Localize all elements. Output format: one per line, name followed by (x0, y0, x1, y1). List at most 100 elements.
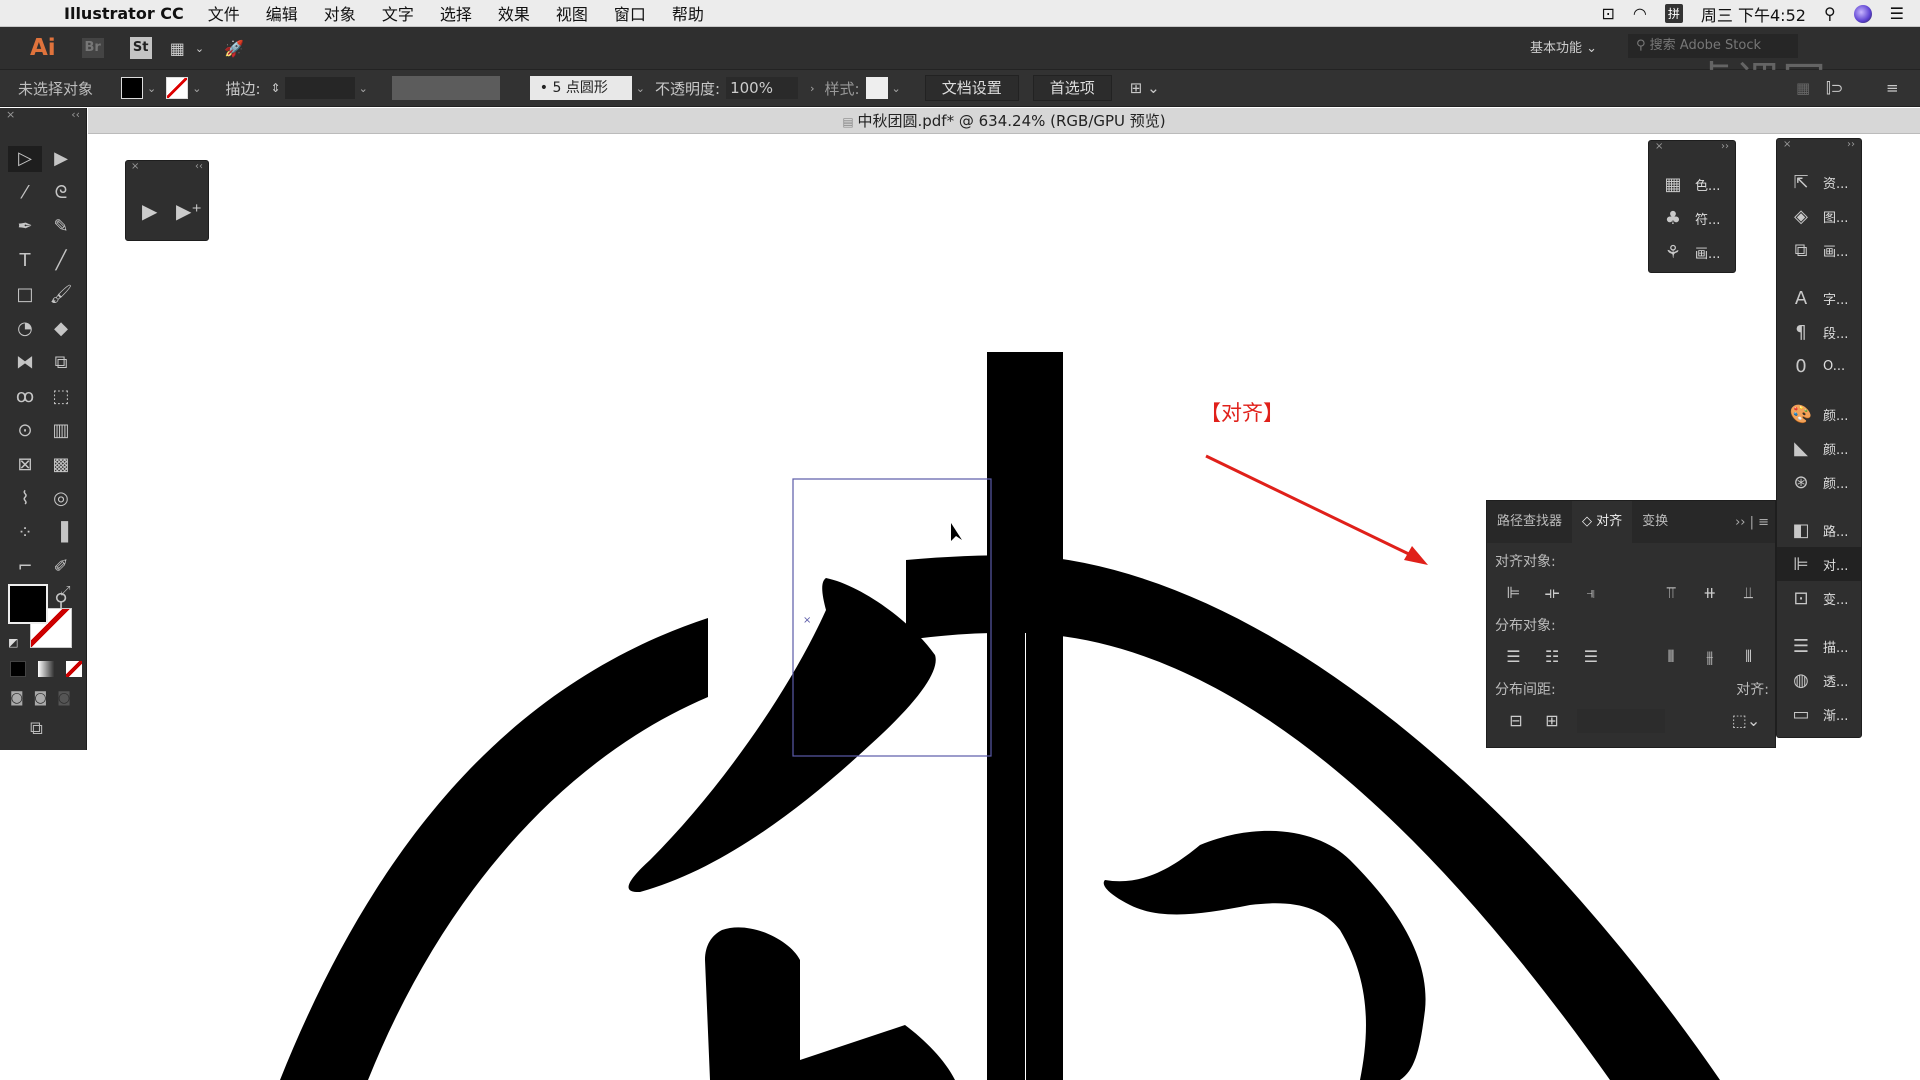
close-icon[interactable]: × (1783, 139, 1791, 153)
rectangle-tool-icon[interactable]: □ (8, 282, 42, 308)
panel-menu-icon[interactable]: ≡ (1886, 79, 1899, 97)
menu-file[interactable]: 文件 (208, 1, 240, 25)
tab-pathfinder[interactable]: 路径查找器 (1487, 501, 1572, 543)
workspace-switcher[interactable]: 基本功能 ⌄ (1530, 37, 1597, 56)
menu-effect[interactable]: 效果 (498, 1, 530, 25)
color-mode-icon[interactable] (10, 661, 26, 677)
align-bottom-icon[interactable]: ⫫ (1736, 580, 1761, 606)
expand-icon[interactable]: ›› | ≡ (1735, 515, 1769, 530)
shape-builder-tool-icon[interactable]: ⊙ (8, 418, 42, 444)
bridge-button[interactable]: Br (81, 38, 104, 58)
wifi-icon[interactable]: ◠ (1633, 4, 1647, 23)
reflect-tool-icon[interactable]: ⧓ (8, 350, 42, 376)
shaper-tool-icon[interactable]: ◔ (8, 316, 42, 342)
lasso-tool-icon[interactable]: ᘓ (44, 180, 78, 206)
direct-selection-tool-icon[interactable]: ▶ (44, 146, 78, 172)
curvature-tool-icon[interactable]: ✎ (44, 214, 78, 240)
align-vertical-center-icon[interactable]: ⧺ (1697, 580, 1722, 606)
none-mode-icon[interactable] (66, 661, 82, 677)
preferences-button[interactable]: 首选项 (1032, 75, 1112, 101)
gradient-mode-icon[interactable] (38, 661, 54, 677)
screen-record-icon[interactable]: ⊡ (1602, 4, 1615, 23)
snap-icon[interactable]: ⫿⊃ (1826, 79, 1843, 97)
symbol-sprayer-tool-icon[interactable]: ⁘ (8, 520, 42, 546)
menu-view[interactable]: 视图 (556, 1, 588, 25)
menu-type[interactable]: 文字 (382, 1, 414, 25)
eraser-tool-icon[interactable]: ◆ (44, 316, 78, 342)
variable-width-profile[interactable] (391, 76, 500, 100)
align-to-grid-icon[interactable]: ▦ (1796, 79, 1810, 97)
chevron-down-icon[interactable]: ⌄ (147, 82, 156, 95)
panel-color-guide[interactable]: ◣ 颜... (1777, 431, 1861, 465)
brush-definition-dropdown[interactable]: • 5 点圆形 (529, 76, 632, 100)
adobe-stock-search[interactable]: ⚲ 搜索 Adobe Stock (1628, 34, 1798, 58)
distribute-top-icon[interactable]: ☰ (1501, 644, 1526, 670)
draw-inside-icon[interactable]: ◙ (57, 690, 71, 706)
pen-tool-icon[interactable]: ✒ (8, 214, 42, 240)
menu-object[interactable]: 对象 (324, 1, 356, 25)
artboard-tool-icon[interactable]: ⌐ (8, 554, 42, 580)
arrange-documents-icon[interactable]: ▦ (170, 39, 185, 58)
draw-behind-icon[interactable]: ◙ (34, 690, 48, 706)
chevron-down-icon[interactable]: ⌄ (636, 82, 645, 95)
expand-icon[interactable]: ›› (1721, 141, 1729, 155)
arrange-icon[interactable]: ⊞ ⌄ (1130, 79, 1160, 97)
gradient-tool-icon[interactable]: ▩ (44, 452, 78, 478)
menu-edit[interactable]: 编辑 (266, 1, 298, 25)
distribute-right-icon[interactable]: ⫴ (1736, 644, 1761, 670)
input-method-icon[interactable]: 拼 (1664, 4, 1683, 23)
width-tool-icon[interactable]: ꝏ (8, 384, 42, 410)
horizontal-distribute-space-icon[interactable]: ⊞ (1537, 708, 1567, 734)
collapse-icon[interactable]: ‹‹ (195, 161, 203, 173)
eyedropper-tool-icon[interactable]: ⌇ (8, 486, 42, 512)
magic-wand-tool-icon[interactable]: ⁄ (8, 180, 42, 206)
stroke-color-swatch[interactable] (166, 77, 189, 99)
chevron-down-icon[interactable]: ⌄ (892, 82, 901, 95)
expand-icon[interactable]: ›› (1847, 139, 1855, 153)
spotlight-icon[interactable]: ⚲ (1824, 4, 1836, 23)
close-icon[interactable]: × (1655, 141, 1663, 155)
chevron-down-icon[interactable]: ⌄ (359, 82, 368, 95)
swap-fill-stroke-icon[interactable]: ⤢ (60, 584, 70, 599)
panel-asset-export[interactable]: ⇱ 资... (1777, 165, 1861, 199)
align-top-icon[interactable]: ⫪ (1659, 580, 1684, 606)
panel-transparency[interactable]: ◍ 透... (1777, 663, 1861, 697)
perspective-grid-tool-icon[interactable]: ▥ (44, 418, 78, 444)
type-tool-icon[interactable]: T (8, 248, 42, 274)
selection-tool-icon[interactable]: ▷ (8, 146, 42, 172)
align-to-selection-dropdown[interactable]: ⬚⌄ (1731, 708, 1761, 734)
opacity-input[interactable]: 100% (726, 77, 799, 99)
align-left-icon[interactable]: ⊫ (1501, 580, 1526, 606)
panel-gradient[interactable]: ▭ 渐... (1777, 697, 1861, 731)
chevron-down-icon[interactable]: ⌄ (192, 82, 201, 95)
close-icon[interactable]: × (131, 161, 139, 173)
chevron-right-icon[interactable]: › (810, 82, 814, 95)
draw-normal-icon[interactable]: ◙ (10, 690, 24, 706)
panel-paragraph[interactable]: ¶ 段... (1777, 315, 1861, 349)
close-icon[interactable]: × (6, 108, 15, 122)
siri-icon[interactable] (1853, 4, 1872, 23)
stock-button[interactable]: St (129, 37, 152, 59)
panel-color-themes[interactable]: ⊛ 颜... (1777, 465, 1861, 499)
fill-color-swatch[interactable] (121, 77, 144, 99)
column-graph-tool-icon[interactable]: ▐ (44, 520, 78, 546)
align-horizontal-center-icon[interactable]: ⟛ (1540, 580, 1565, 606)
panel-stroke[interactable]: ☰ 描... (1777, 629, 1861, 663)
panel-swatches[interactable]: ▦ 色... (1649, 167, 1735, 201)
align-right-icon[interactable]: ⫣ (1579, 580, 1604, 606)
distribute-vertical-center-icon[interactable]: ☷ (1540, 644, 1565, 670)
panel-layers[interactable]: ◈ 图... (1777, 199, 1861, 233)
opacity-label[interactable]: 不透明度: (655, 78, 720, 99)
document-setup-button[interactable]: 文档设置 (924, 75, 1019, 101)
menu-app-name[interactable]: Illustrator CC (64, 4, 184, 23)
panel-color[interactable]: 🎨 颜... (1777, 397, 1861, 431)
slice-tool-icon[interactable]: ✐ (44, 554, 78, 580)
chevron-down-icon[interactable]: ⌄ (195, 42, 204, 55)
menu-window[interactable]: 窗口 (614, 1, 646, 25)
screen-mode-icon[interactable]: ⧉ (30, 718, 43, 739)
fill-box[interactable] (8, 584, 48, 624)
mesh-tool-icon[interactable]: ⊠ (8, 452, 42, 478)
distribute-left-icon[interactable]: ⫴ (1659, 644, 1684, 670)
panel-character[interactable]: A 字... (1777, 281, 1861, 315)
free-transform-tool-icon[interactable]: ⬚ (44, 384, 78, 410)
